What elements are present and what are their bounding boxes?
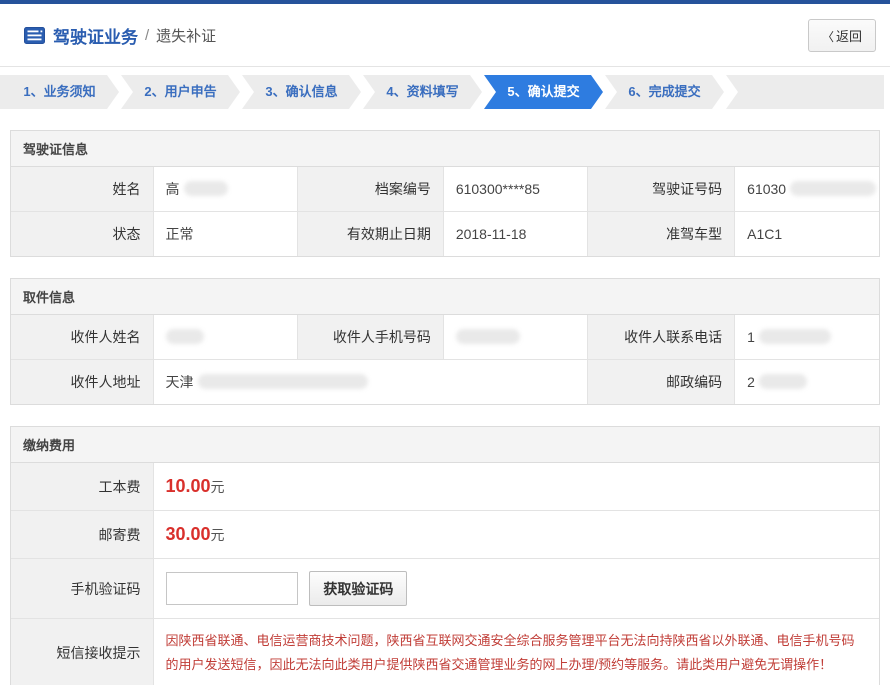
work-fee-value: 10.00元 — [153, 463, 879, 511]
step-2-declaration: 2、用户申告 — [121, 75, 240, 109]
step-5-confirm-submit: 5、确认提交 — [484, 75, 603, 109]
license-section-title: 驾驶证信息 — [11, 131, 879, 167]
table-row: 工本费 10.00元 — [11, 463, 879, 511]
mail-fee-amount: 30.00 — [166, 524, 211, 544]
postal-code-label: 邮政编码 — [588, 360, 735, 405]
mail-fee-unit: 元 — [211, 527, 225, 543]
redacted-value — [166, 329, 204, 344]
redacted-value — [456, 329, 520, 344]
license-info-table: 姓名 高 档案编号 610300****85 驾驶证号码 61030 状态 正常… — [11, 167, 879, 256]
table-row: 短信接收提示 因陕西省联通、电信运营商技术问题，陕西省互联网交通安全综合服务管理… — [11, 619, 879, 685]
redacted-value — [759, 329, 831, 344]
file-no-label: 档案编号 — [297, 167, 443, 212]
sms-notice-label: 短信接收提示 — [11, 619, 153, 685]
table-row: 姓名 高 档案编号 610300****85 驾驶证号码 61030 — [11, 167, 879, 212]
sms-code-cell: 获取验证码 — [153, 559, 879, 619]
vehicle-class-label: 准驾车型 — [588, 212, 735, 257]
pickup-section-title: 取件信息 — [11, 279, 879, 315]
license-no-label: 驾驶证号码 — [588, 167, 735, 212]
redacted-value — [184, 181, 228, 196]
fees-table: 工本费 10.00元 邮寄费 30.00元 手机验证码 获取验证码 短信接收提示… — [11, 463, 879, 685]
step-4-fill-data: 4、资料填写 — [363, 75, 482, 109]
sms-code-label: 手机验证码 — [11, 559, 153, 619]
step-1-notice: 1、业务须知 — [0, 75, 119, 109]
status-label: 状态 — [11, 212, 153, 257]
recipient-name-value — [153, 315, 297, 360]
step-bar-filler — [726, 75, 884, 109]
file-no-value: 610300****85 — [443, 167, 587, 212]
breadcrumb-current: 遗失补证 — [156, 25, 216, 46]
license-info-section: 驾驶证信息 姓名 高 档案编号 610300****85 驾驶证号码 61030… — [10, 130, 880, 257]
table-row: 收件人姓名 收件人手机号码 收件人联系电话 1 — [11, 315, 879, 360]
header-divider — [0, 66, 890, 67]
pickup-info-table: 收件人姓名 收件人手机号码 收件人联系电话 1 收件人地址 天津 邮政编码 2 — [11, 315, 879, 404]
step-3-confirm-info: 3、确认信息 — [242, 75, 361, 109]
page-title: 驾驶证业务 — [53, 23, 138, 48]
mail-fee-label: 邮寄费 — [11, 511, 153, 559]
recipient-name-label: 收件人姓名 — [11, 315, 153, 360]
work-fee-label: 工本费 — [11, 463, 153, 511]
get-sms-code-button[interactable]: 获取验证码 — [309, 571, 407, 606]
sms-notice-cell: 因陕西省联通、电信运营商技术问题，陕西省互联网交通安全综合服务管理平台无法向持陕… — [153, 619, 879, 685]
recipient-address-label: 收件人地址 — [11, 360, 153, 405]
table-row: 手机验证码 获取验证码 — [11, 559, 879, 619]
sms-notice-text: 因陕西省联通、电信运营商技术问题，陕西省互联网交通安全综合服务管理平台无法向持陕… — [166, 629, 868, 677]
table-row: 邮寄费 30.00元 — [11, 511, 879, 559]
work-fee-amount: 10.00 — [166, 476, 211, 496]
page-header: 驾驶证业务 / 遗失补证 〈返回 — [0, 4, 890, 66]
back-button-label: 返回 — [836, 29, 862, 44]
name-value: 高 — [153, 167, 297, 212]
recipient-mobile-value — [443, 315, 587, 360]
valid-until-value: 2018-11-18 — [443, 212, 587, 257]
step-progress-bar: 1、业务须知 2、用户申告 3、确认信息 4、资料填写 5、确认提交 6、完成提… — [0, 75, 884, 109]
table-row: 收件人地址 天津 邮政编码 2 — [11, 360, 879, 405]
redacted-value — [198, 374, 368, 389]
name-label: 姓名 — [11, 167, 153, 212]
sms-code-input[interactable] — [166, 572, 298, 605]
breadcrumb-divider: / — [145, 27, 149, 44]
recipient-address-value: 天津 — [153, 360, 588, 405]
pickup-info-section: 取件信息 收件人姓名 收件人手机号码 收件人联系电话 1 收件人地址 天津 邮政… — [10, 278, 880, 405]
chevron-left-icon: 〈 — [822, 30, 834, 44]
recipient-mobile-label: 收件人手机号码 — [297, 315, 443, 360]
step-6-complete: 6、完成提交 — [605, 75, 724, 109]
vehicle-class-value: A1C1 — [735, 212, 879, 257]
status-value: 正常 — [153, 212, 297, 257]
fees-section: 缴纳费用 工本费 10.00元 邮寄费 30.00元 手机验证码 获取验证码 短… — [10, 426, 880, 685]
redacted-value — [759, 374, 807, 389]
table-row: 状态 正常 有效期止日期 2018-11-18 准驾车型 A1C1 — [11, 212, 879, 257]
redacted-value — [790, 181, 876, 196]
postal-code-value: 2 — [735, 360, 879, 405]
work-fee-unit: 元 — [211, 479, 225, 495]
recipient-phone-label: 收件人联系电话 — [588, 315, 735, 360]
valid-until-label: 有效期止日期 — [297, 212, 443, 257]
license-no-value: 61030 — [735, 167, 879, 212]
recipient-phone-value: 1 — [735, 315, 879, 360]
fees-section-title: 缴纳费用 — [11, 427, 879, 463]
form-list-icon — [24, 27, 45, 44]
back-button[interactable]: 〈返回 — [808, 19, 876, 52]
mail-fee-value: 30.00元 — [153, 511, 879, 559]
